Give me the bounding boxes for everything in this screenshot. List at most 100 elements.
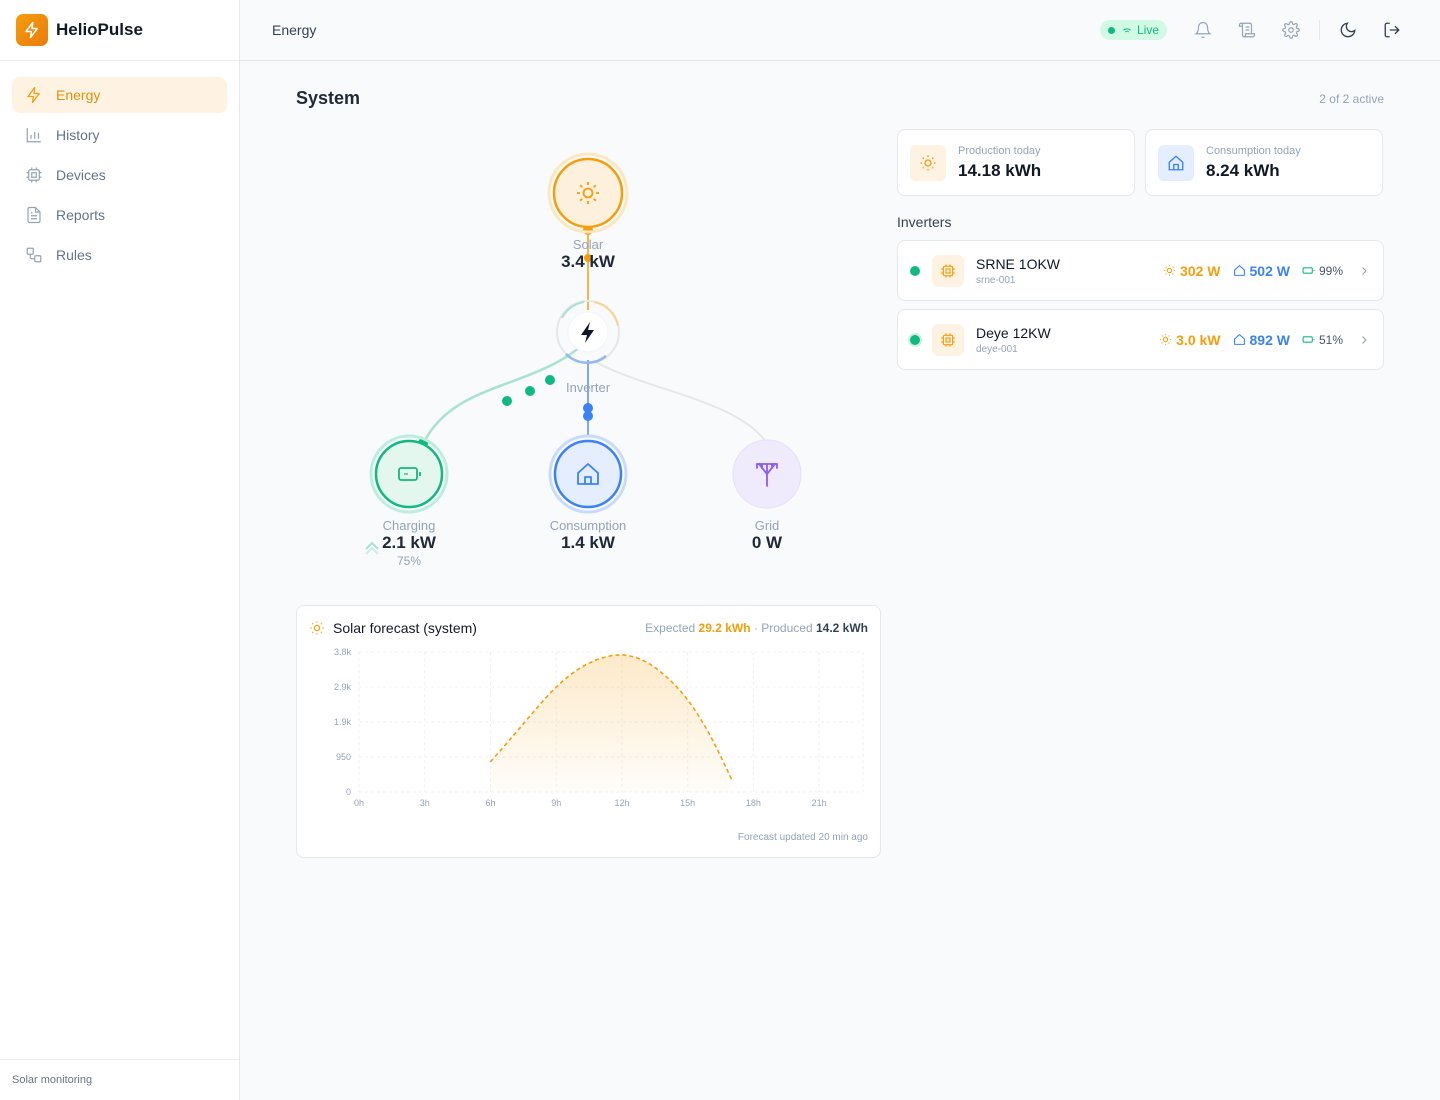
consumption-today-label: Consumption today (1206, 144, 1301, 157)
bell-icon (1194, 21, 1212, 39)
active-count: 2 of 2 active (1319, 92, 1384, 106)
logs-button[interactable] (1231, 14, 1263, 46)
solar-node (552, 157, 624, 229)
sidebar-item-energy[interactable]: Energy (12, 77, 227, 113)
forecast-area (490, 654, 732, 792)
status-dot (1107, 26, 1115, 34)
cpu-icon (932, 323, 964, 356)
live-label: Live (1136, 23, 1159, 37)
forecast-chart: 0 950 1.9k 2.9k 3.8k 0h 3h 6h 9h 12h 15h 18h 21h (334, 647, 864, 808)
inverter-id: srne-001 (976, 274, 1016, 286)
workflow-icon (24, 245, 44, 265)
production-today-card: Production today 14.18 kWh (897, 129, 1135, 196)
sidebar-item-label: Reports (56, 207, 106, 223)
sidebar-item-history[interactable]: History (12, 117, 227, 153)
battery-flow-dot (502, 396, 512, 406)
x-tick-label: 6h (485, 798, 495, 808)
logout-button[interactable] (1376, 14, 1408, 46)
sidebar-item-rules[interactable]: Rules (12, 237, 227, 273)
inverter-row-srne[interactable]: SRNE 1OKW srne-001 302 W 502 W 99% (897, 240, 1384, 301)
sidebar-item-label: History (56, 127, 100, 143)
logout-icon (1384, 22, 1400, 38)
grid-value: 0 W (751, 533, 783, 552)
inverter-row-deye[interactable]: Deye 12KW deye-001 3.0 kW 892 W 51% (897, 309, 1384, 370)
sidebar-footer: Solar monitoring (0, 1059, 239, 1100)
cpu-icon (932, 254, 964, 287)
sidebar-item-label: Energy (56, 87, 101, 103)
x-tick-label: 12h (614, 798, 629, 808)
cpu-icon (24, 165, 44, 185)
battery-value: 2.1 kW (382, 533, 436, 552)
sidebar-item-label: Rules (56, 247, 92, 263)
summary-separator: · (753, 621, 758, 635)
header-actions: Live (1099, 14, 1408, 46)
inverter-load-value: 502 W (1249, 262, 1290, 279)
sidebar-item-reports[interactable]: Reports (12, 197, 227, 233)
consumption-node (553, 439, 623, 509)
forecast-updated: Forecast updated 20 min ago (737, 832, 868, 843)
scroll-icon (1238, 22, 1256, 38)
sun-icon (1164, 265, 1175, 276)
consumption-today-value: 8.24 kWh (1206, 160, 1280, 180)
y-tick-label: 2.9k (334, 682, 352, 692)
bar-chart-icon (24, 125, 44, 145)
header-divider (1319, 20, 1320, 40)
inverter-name: SRNE 1OKW (976, 255, 1061, 272)
wifi-icon (1123, 28, 1131, 35)
battery-icon (1302, 336, 1315, 343)
x-tick-label: 21h (812, 798, 827, 808)
inverter-battery: 51% (1302, 333, 1343, 347)
consumption-value: 1.4 kW (561, 533, 615, 552)
brand-name: HelioPulse (56, 20, 143, 39)
lightning-icon (16, 14, 48, 46)
chevron-right-icon (1357, 334, 1371, 346)
inverter-solar: 302 W (1163, 263, 1221, 279)
gear-icon (1282, 21, 1300, 39)
produced-label: Produced (761, 621, 813, 635)
forecast-title: Solar forecast (system) (333, 620, 477, 636)
expected-label: Expected (645, 621, 696, 635)
document-icon (24, 205, 44, 225)
home-icon (1233, 334, 1245, 345)
inverter-battery-value: 51% (1318, 332, 1343, 347)
sun-icon (310, 621, 324, 635)
inverter-id: deye-001 (976, 343, 1018, 355)
status-dot (910, 265, 920, 276)
sidebar: HelioPulse Energy History Devices Report… (0, 0, 240, 1100)
x-tick-label: 0h (354, 798, 364, 808)
consumption-label: Consumption (549, 518, 627, 533)
consumption-today-card: Consumption today 8.24 kWh (1145, 129, 1383, 196)
y-tick-label: 3.8k (334, 647, 352, 657)
status-dot (910, 334, 920, 345)
y-tick-label: 0 (346, 787, 351, 797)
solar-label: Solar (572, 237, 604, 252)
battery-soc: 75% (396, 554, 422, 568)
page-title: Energy (272, 22, 317, 38)
x-tick-label: 15h (680, 798, 695, 808)
inverter-load: 502 W (1233, 263, 1290, 279)
grid-label: Grid (754, 518, 780, 533)
lightning-icon (24, 85, 44, 105)
moon-icon (1340, 22, 1356, 38)
battery-node (374, 439, 444, 509)
inverter-solar: 3.0 kW (1159, 331, 1221, 348)
notifications-button[interactable] (1187, 14, 1219, 46)
battery-label: Charging (382, 518, 436, 533)
home-icon (1158, 144, 1194, 181)
sun-icon (910, 144, 946, 181)
theme-toggle-button[interactable] (1332, 14, 1364, 46)
production-today-value: 14.18 kWh (958, 160, 1042, 180)
chevron-right-icon (1357, 265, 1371, 277)
consumption-flow-dot (583, 411, 593, 421)
forecast-summary: Expected 29.2 kWh · Produced 14.2 kWh (645, 621, 868, 635)
sun-icon (1160, 334, 1172, 345)
x-tick-label: 9h (551, 798, 561, 808)
home-icon (1233, 265, 1245, 276)
sidebar-item-devices[interactable]: Devices (12, 157, 227, 193)
brand[interactable]: HelioPulse (0, 0, 239, 61)
inverter-solar-value: 3.0 kW (1176, 331, 1221, 348)
x-tick-label: 3h (420, 798, 430, 808)
settings-button[interactable] (1275, 14, 1307, 46)
section-title: System (296, 88, 361, 108)
inverters-title: Inverters (897, 214, 952, 230)
